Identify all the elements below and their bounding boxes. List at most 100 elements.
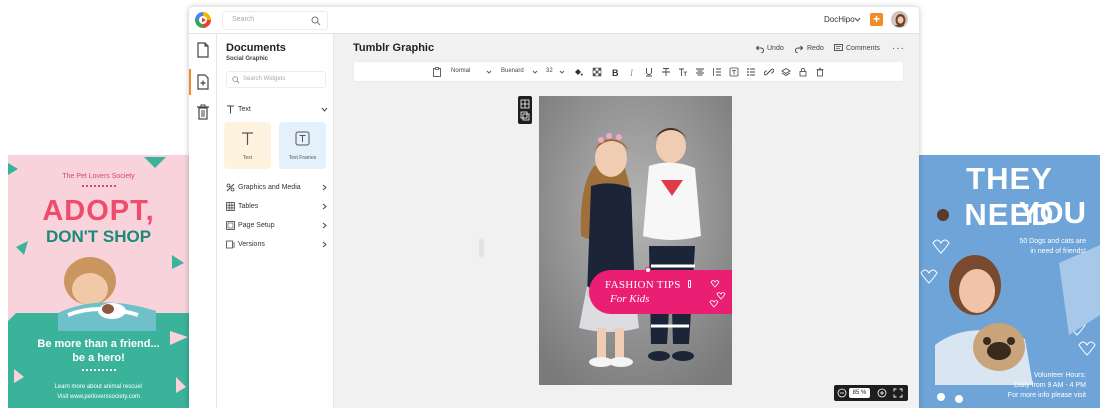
search-icon[interactable] (311, 16, 321, 26)
chevron-down-icon[interactable] (484, 67, 494, 77)
undo-label: Undo (767, 45, 784, 52)
text-glyph-icon (242, 132, 253, 145)
fullscreen-icon[interactable] (893, 388, 903, 398)
promo-tagline-line2: be a hero! (72, 352, 125, 364)
section-versions[interactable]: Versions (226, 239, 328, 251)
panel-collapse-handle[interactable] (479, 239, 484, 257)
zoom-level[interactable]: 85 % (849, 388, 870, 398)
text-frames-tile-label: Text Frames (288, 155, 317, 161)
bullet-list-icon[interactable] (746, 67, 756, 77)
document-icon[interactable] (196, 42, 210, 58)
text-case-icon[interactable] (678, 67, 688, 77)
chevron-down-icon[interactable] (530, 67, 540, 77)
text-box-icon[interactable] (729, 67, 739, 77)
promo-footer-line2: Visit www.petloverssociety.com (57, 394, 140, 400)
promo-dogs-line1: 50 Dogs and cats are (1019, 238, 1086, 245)
text-icon (227, 105, 234, 114)
widget-search-input[interactable]: Search Widgets (226, 71, 326, 88)
editor-window: Search DocHipo + Documents Social Graphi… (189, 7, 919, 408)
chevron-down-icon[interactable] (854, 16, 861, 23)
document-title[interactable]: Tumblr Graphic (353, 42, 434, 54)
rotate-handle[interactable] (645, 267, 651, 273)
chevron-right-icon (322, 222, 327, 229)
underline-icon[interactable] (644, 67, 654, 77)
font-size-select[interactable]: 32 (546, 68, 553, 74)
icon-rail (189, 34, 217, 408)
promo-headline-2: YOU (1018, 195, 1086, 230)
promo-volunteer-line1: Volunteer Hours: (1033, 372, 1086, 379)
section-tables[interactable]: Tables (226, 201, 328, 213)
promo-society-name: The Pet Lovers Society (62, 173, 135, 180)
paragraph-style-select[interactable]: Normal (451, 68, 470, 74)
promo-tagline-line1: Be more than a friend... (37, 338, 160, 350)
versions-icon (226, 240, 235, 249)
create-new-button[interactable]: + (870, 13, 883, 26)
zoom-in-icon[interactable] (877, 388, 887, 398)
section-text-label: Text (238, 106, 251, 113)
panel-subtitle: Social Graphic (226, 56, 269, 62)
avatar-image (892, 12, 907, 27)
user-avatar[interactable] (891, 11, 908, 28)
search-icon (232, 76, 240, 84)
section-tables-label: Tables (238, 203, 259, 210)
promo-subheadline: DON'T SHOP (45, 227, 152, 246)
girl-with-guinea-pig-illustration (58, 257, 156, 331)
svg-text:B: B (612, 68, 619, 77)
grid-icon[interactable] (520, 99, 530, 109)
transparency-icon[interactable] (592, 67, 602, 77)
section-graphics-media[interactable]: Graphics and Media (226, 182, 328, 194)
section-text[interactable]: Text (226, 104, 328, 116)
fashion-tips-banner[interactable]: FASHION TIPS For Kids (589, 267, 732, 314)
text-frame-icon (295, 131, 310, 146)
promo-tagline: Be more than a friend... be a hero! (8, 337, 189, 365)
align-center-icon[interactable] (695, 67, 705, 77)
chevron-down-icon (321, 107, 328, 112)
promo-divider-bottom (82, 369, 116, 375)
banner-title[interactable]: FASHION TIPS (605, 279, 681, 291)
trash-icon[interactable] (196, 104, 210, 120)
chevron-right-icon (322, 241, 327, 248)
chevron-right-icon (322, 203, 327, 210)
strikethrough-icon[interactable] (661, 67, 671, 77)
line-spacing-icon[interactable] (712, 67, 722, 77)
promo-card-adopt: The Pet Lovers Society ADOPT, DON'T SHOP… (8, 155, 189, 408)
layers-icon[interactable] (781, 67, 791, 77)
heart-doodles-icon (709, 280, 726, 308)
chevron-down-icon[interactable] (557, 67, 567, 77)
text-frames-tile[interactable]: Text Frames (279, 122, 326, 169)
svg-text:I: I (629, 68, 634, 77)
zoom-controls: 85 % (834, 385, 908, 401)
promo-card-they-need-you: THEY NEED YOU 50 Dogs and cats are in ne… (919, 155, 1100, 408)
canvas-workspace: Tumblr Graphic Undo Redo Comments ··· No… (334, 34, 919, 408)
dochipo-logo-icon[interactable] (195, 12, 211, 28)
section-page-setup-label: Page Setup (238, 222, 275, 229)
section-page-setup[interactable]: Page Setup (226, 220, 328, 232)
kids-fashion-photo (539, 96, 732, 385)
banner-subtitle[interactable]: For Kids (610, 293, 649, 305)
panel-title: Documents (226, 42, 286, 54)
italic-icon[interactable]: I (627, 67, 637, 77)
duplicate-page-icon[interactable] (520, 111, 530, 121)
link-icon[interactable] (764, 67, 774, 77)
promo-dogs-line2: in need of friends! (1030, 248, 1086, 255)
table-icon (226, 202, 235, 211)
text-tile[interactable]: Text (224, 122, 271, 169)
font-family-select[interactable]: Buenard (501, 68, 524, 74)
promo-dogs-text: 50 Dogs and cats are in need of friends! (1006, 237, 1086, 257)
more-options-button[interactable]: ··· (892, 43, 905, 54)
widgets-panel: Documents Social Graphic Search Widgets … (217, 34, 334, 408)
clipboard-icon[interactable] (432, 67, 442, 77)
comment-icon (834, 44, 843, 51)
zoom-out-icon[interactable] (837, 388, 847, 398)
file-edit-icon[interactable] (196, 74, 210, 90)
fill-color-icon[interactable] (573, 67, 583, 77)
lock-icon[interactable] (798, 67, 808, 77)
design-canvas[interactable] (539, 96, 732, 385)
section-versions-label: Versions (238, 241, 265, 248)
bold-icon[interactable]: B (610, 67, 620, 77)
resize-handle[interactable] (688, 280, 691, 288)
workspace-name[interactable]: DocHipo (824, 15, 855, 24)
redo-label: Redo (807, 45, 824, 52)
global-search[interactable]: Search (222, 11, 328, 30)
trash-icon[interactable] (815, 67, 825, 77)
